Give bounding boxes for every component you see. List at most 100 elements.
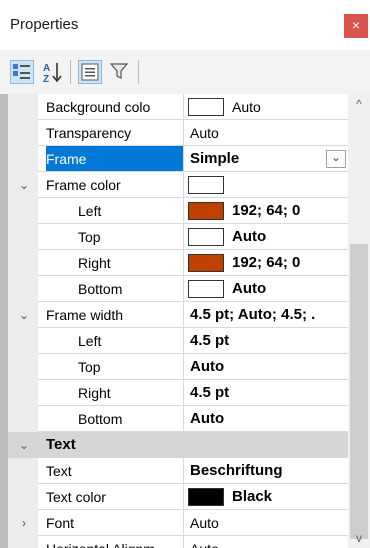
property-label: Text <box>46 458 184 484</box>
property-label: Font <box>46 510 184 536</box>
row-gutter <box>8 146 38 172</box>
property-label: Right <box>78 250 184 276</box>
alphabetical-sort-icon[interactable]: A Z <box>40 60 64 85</box>
row-gutter <box>8 250 38 276</box>
chevron-down-icon[interactable]: ⌄ <box>15 172 33 198</box>
filter-icon[interactable] <box>108 60 132 84</box>
row-gutter <box>8 406 38 432</box>
row-gutter <box>8 94 38 120</box>
chevron-right-icon[interactable]: › <box>15 510 33 536</box>
property-value[interactable]: Beschriftung <box>185 458 348 484</box>
property-label: Frame <box>46 146 184 172</box>
close-button[interactable]: × <box>344 14 368 38</box>
property-value[interactable]: 4.5 pt <box>185 380 348 406</box>
color-swatch <box>188 176 224 194</box>
property-row-frame-width[interactable]: ⌄ Frame width 4.5 pt; Auto; 4.5; . <box>8 302 348 328</box>
property-label: Horizontal Alignm <box>46 536 184 548</box>
value-text: Auto <box>232 99 261 115</box>
property-label: Top <box>78 224 184 250</box>
row-gutter <box>8 198 38 224</box>
scrollbar-thumb[interactable] <box>350 244 368 539</box>
property-label: Frame width <box>46 302 184 328</box>
property-pages-icon[interactable] <box>78 60 102 84</box>
toolbar: A Z <box>0 50 370 94</box>
property-value[interactable]: 4.5 pt <box>185 328 348 354</box>
color-swatch <box>188 228 224 246</box>
row-gutter <box>8 380 38 406</box>
property-grid: Background colo Auto Transparency Auto F… <box>0 94 370 548</box>
property-value[interactable]: Auto <box>185 510 348 536</box>
row-gutter <box>8 354 38 380</box>
category-label: Text <box>46 436 76 453</box>
property-row-frame-width-left[interactable]: Left 4.5 pt <box>8 328 348 354</box>
property-label: Top <box>78 354 184 380</box>
property-row-transparency[interactable]: Transparency Auto <box>8 120 348 146</box>
property-row-horizontal-alignment[interactable]: Horizontal Alignm Auto <box>8 536 348 548</box>
property-label: Left <box>78 198 184 224</box>
property-value[interactable]: Auto <box>185 406 348 432</box>
property-row-font[interactable]: › Font Auto <box>8 510 348 536</box>
property-value[interactable]: 192; 64; 0 <box>185 250 348 276</box>
property-value[interactable]: Auto <box>185 276 348 302</box>
property-row-background-color[interactable]: Background colo Auto <box>8 94 348 120</box>
property-row-frame-color-right[interactable]: Right 192; 64; 0 <box>8 250 348 276</box>
property-value[interactable]: Auto <box>185 354 348 380</box>
property-row-frame-width-top[interactable]: Top Auto <box>8 354 348 380</box>
category-text[interactable]: ⌄ Text <box>8 432 348 458</box>
chevron-down-icon[interactable]: ⌄ <box>15 302 33 328</box>
property-row-text-color[interactable]: Text color Black <box>8 484 348 510</box>
scroll-down-icon[interactable]: v <box>348 528 370 548</box>
row-gutter <box>8 458 38 484</box>
color-swatch <box>188 98 224 116</box>
property-label: Text color <box>46 484 184 510</box>
property-value[interactable]: 192; 64; 0 <box>185 198 348 224</box>
property-row-frame[interactable]: Frame Simple ⌄ <box>8 146 348 172</box>
property-value[interactable]: Black <box>185 484 348 510</box>
categorized-icon[interactable] <box>10 60 34 84</box>
property-value[interactable]: Auto <box>185 120 348 146</box>
property-label: Bottom <box>78 406 184 432</box>
row-gutter <box>8 536 38 548</box>
property-label: Frame color <box>46 172 184 198</box>
color-swatch <box>188 488 224 506</box>
property-row-frame-color[interactable]: ⌄ Frame color <box>8 172 348 198</box>
property-value[interactable] <box>185 172 348 198</box>
svg-text:A: A <box>43 63 50 74</box>
value-text: Black <box>232 488 273 505</box>
chevron-down-icon[interactable]: ⌄ <box>15 432 33 458</box>
toolbar-separator <box>138 60 139 84</box>
property-row-frame-width-bottom[interactable]: Bottom Auto <box>8 406 348 432</box>
property-row-frame-color-bottom[interactable]: Bottom Auto <box>8 276 348 302</box>
value-text: Auto <box>232 228 267 245</box>
value-text: 192; 64; 0 <box>232 254 301 271</box>
property-row-frame-color-left[interactable]: Left 192; 64; 0 <box>8 198 348 224</box>
property-value[interactable]: Auto <box>185 94 348 120</box>
property-row-frame-color-top[interactable]: Top Auto <box>8 224 348 250</box>
value-text: Auto <box>232 280 267 297</box>
row-gutter <box>8 276 38 302</box>
color-swatch <box>188 280 224 298</box>
toolbar-separator <box>70 60 71 84</box>
row-gutter <box>8 224 38 250</box>
vertical-scrollbar[interactable]: ^ v <box>348 94 370 548</box>
svg-text:Z: Z <box>43 74 49 84</box>
color-swatch <box>188 254 224 272</box>
value-text: 192; 64; 0 <box>232 202 301 219</box>
property-label: Right <box>78 380 184 406</box>
property-label: Bottom <box>78 276 184 302</box>
property-row-frame-width-right[interactable]: Right 4.5 pt <box>8 380 348 406</box>
row-gutter <box>8 484 38 510</box>
property-value[interactable]: 4.5 pt; Auto; 4.5; . <box>185 302 348 328</box>
property-value[interactable]: Simple ⌄ <box>185 146 348 172</box>
property-value[interactable]: Auto <box>185 536 348 548</box>
scroll-up-icon[interactable]: ^ <box>348 94 370 114</box>
property-label: Background colo <box>46 94 184 120</box>
grid-margin <box>0 94 8 548</box>
property-value[interactable]: Auto <box>185 224 348 250</box>
property-row-text[interactable]: Text Beschriftung <box>8 458 348 484</box>
row-gutter <box>8 120 38 146</box>
row-gutter <box>8 328 38 354</box>
color-swatch <box>188 202 224 220</box>
chevron-down-icon[interactable]: ⌄ <box>326 150 346 168</box>
title-bar: Properties × <box>0 0 370 50</box>
